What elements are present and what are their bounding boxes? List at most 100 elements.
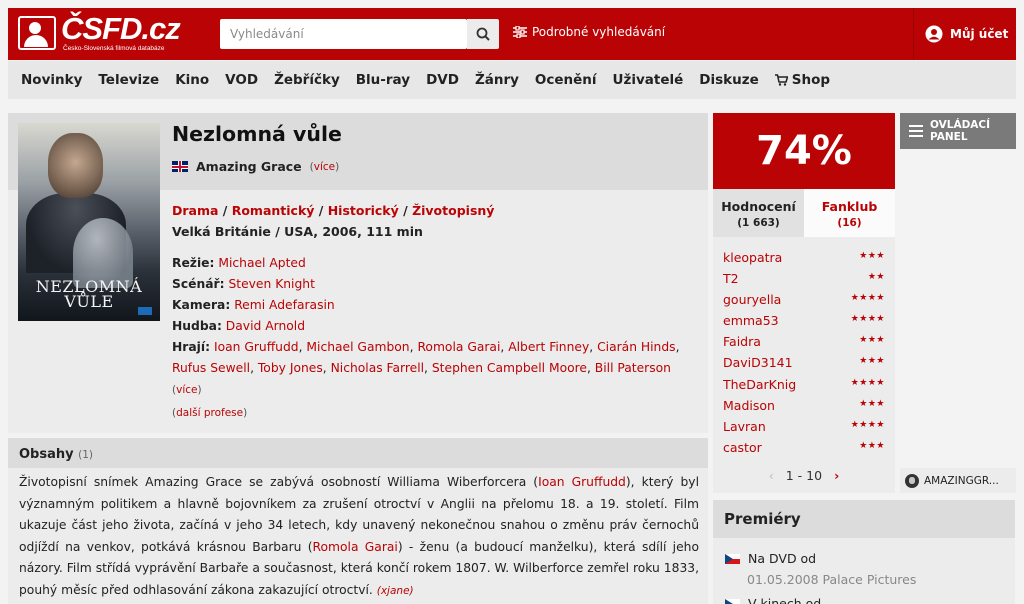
logo-text: ČSFD.cz [61, 11, 181, 46]
nav-item-kino[interactable]: Kino [175, 72, 209, 88]
user-link[interactable]: T2 [723, 271, 739, 286]
plot-header: Obsahy (1) [8, 438, 708, 468]
poster-title-line-2: VŮLE [64, 292, 114, 311]
advanced-search-link[interactable]: Podrobné vyhledávání [513, 25, 665, 39]
genre-link[interactable]: Drama [172, 203, 218, 218]
crew-link[interactable]: Michael Apted [218, 256, 305, 270]
tab-fanclub[interactable]: Fanklub (16) [804, 189, 895, 237]
star-rating-icon: ★★★ [859, 251, 885, 261]
user-link[interactable]: TheDarKnig [723, 377, 796, 392]
genres: Drama / Romantický / Historický / Životo… [172, 203, 495, 218]
crew-link[interactable]: Remi Adefarasin [234, 298, 335, 312]
crew-row-director: Režie: Michael Apted [172, 253, 697, 274]
nav-item-novinky[interactable]: Novinky [21, 72, 82, 88]
plot-text-part: Životopisní snímek Amazing Grace se zabý… [19, 475, 539, 489]
premiere-dvd-detail: 01.05.2008 Palace Pictures [747, 572, 917, 587]
original-title-more: (více) [309, 160, 340, 173]
crew-link[interactable]: Steven Knight [228, 277, 314, 291]
list-item: gouryella ★★★★ [713, 289, 895, 310]
actor-link[interactable]: Ciarán Hinds [597, 340, 676, 354]
user-link[interactable]: kleopatra [723, 250, 782, 265]
actor-link[interactable]: Albert Finney [508, 340, 589, 354]
external-link-label: AMAZINGGR... [924, 474, 999, 487]
actor-link[interactable]: Romola Garai [417, 340, 500, 354]
crew-row-camera: Kamera: Remi Adefarasin [172, 295, 697, 316]
actor-link[interactable]: Nicholas Farrell [331, 361, 424, 375]
nav-item-shop[interactable]: Shop [774, 72, 831, 88]
user-link[interactable]: Madison [723, 398, 775, 413]
search-button[interactable] [467, 19, 499, 49]
nav-item-zebricky[interactable]: Žebříčky [274, 72, 340, 88]
genre-link[interactable]: Životopisný [412, 203, 494, 218]
poster-title: NEZLOMNÁ VŮLE [24, 279, 154, 311]
cz-flag-icon [725, 598, 740, 604]
external-link[interactable]: AMAZINGGR... [900, 468, 1016, 493]
star-rating-icon: ★★ [867, 272, 885, 283]
search-box [220, 19, 467, 49]
crew-label: Hrají: [172, 340, 211, 354]
plot-text: Životopisní snímek Amazing Grace se zabý… [19, 472, 699, 602]
rating-pager: ‹ 1 - 10 › [713, 468, 895, 483]
nav-item-dvd[interactable]: DVD [426, 72, 459, 88]
more-professions-link[interactable]: další profese [176, 407, 243, 419]
original-title-row: Amazing Grace (více) [172, 159, 339, 174]
nav-item-bluray[interactable]: Blu-ray [356, 72, 410, 88]
shop-label: Shop [791, 72, 831, 88]
search-input[interactable] [220, 19, 464, 49]
plot-actor-link[interactable]: Ioan Gruffudd [538, 475, 626, 489]
premieres-header: Premiéry [713, 500, 1015, 538]
actor-link[interactable]: Toby Jones [258, 361, 323, 375]
plot-actor-link[interactable]: Romola Garai [313, 540, 398, 554]
nav-item-zanry[interactable]: Žánry [475, 72, 519, 88]
list-item: emma53 ★★★★ [713, 310, 895, 331]
search-icon [476, 27, 490, 41]
crew-link[interactable]: David Arnold [226, 319, 305, 333]
sliders-icon [513, 26, 527, 38]
uk-flag-icon [172, 161, 188, 172]
user-link[interactable]: Lavran [723, 419, 766, 434]
actor-link[interactable]: Michael Gambon [306, 340, 409, 354]
cz-flag-icon [725, 553, 740, 564]
user-link[interactable]: castor [723, 440, 762, 455]
chevron-left-icon[interactable]: ‹ [769, 468, 774, 483]
crew-label: Hudba: [172, 319, 222, 333]
star-rating-icon: ★★★ [859, 440, 885, 451]
premiere-dvd-label: Na DVD od [748, 551, 817, 566]
nav-item-diskuze[interactable]: Diskuze [699, 72, 758, 88]
nav-item-oceneni[interactable]: Ocenění [535, 72, 597, 88]
user-link[interactable]: gouryella [723, 292, 781, 307]
rating-tabs: Hodnocení (1 663) Fanklub (16) [713, 189, 895, 237]
actor-link[interactable]: Stephen Campbell Moore [432, 361, 587, 375]
star-rating-icon: ★★★★ [850, 314, 885, 325]
plot-author-link[interactable]: (xjane) [377, 585, 414, 597]
globe-icon [905, 473, 919, 488]
actor-link[interactable]: Bill Paterson [595, 361, 671, 375]
user-rating-list: kleopatra ★★★ T2 ★★ gouryella ★★★★ emma53 ★★… [713, 247, 895, 458]
nav-item-vod[interactable]: VOD [225, 72, 258, 88]
account-label: Můj účet [950, 27, 1009, 41]
user-link[interactable]: Faidra [723, 334, 761, 349]
actor-link[interactable]: Rufus Sewell [172, 361, 250, 375]
nav-item-uzivatele[interactable]: Uživatelé [613, 72, 684, 88]
film-poster[interactable]: NEZLOMNÁ VŮLE [18, 123, 160, 321]
user-link[interactable]: DaviD3141 [723, 355, 793, 370]
account-button[interactable]: Můj účet [925, 25, 1008, 43]
star-rating-icon: ★★★ [859, 398, 885, 409]
list-item: DaviD3141 ★★★ [713, 352, 895, 373]
chevron-right-icon[interactable]: › [834, 468, 839, 483]
star-rating-icon: ★★★★ [850, 293, 885, 304]
genre-link[interactable]: Romantický [232, 203, 315, 218]
tab-ratings[interactable]: Hodnocení (1 663) [713, 189, 804, 237]
control-panel-button[interactable]: OVLÁDACÍ PANEL [900, 113, 1016, 149]
plot-heading: Obsahy [19, 447, 74, 462]
control-panel-label-line: PANEL [930, 131, 968, 143]
poster-brand-logo [138, 307, 152, 315]
user-link[interactable]: emma53 [723, 313, 779, 328]
star-rating-icon: ★★★ [859, 335, 885, 346]
actor-link[interactable]: Ioan Gruffudd [214, 340, 299, 354]
nav-item-televize[interactable]: Televize [98, 72, 159, 88]
genre-link[interactable]: Historický [328, 203, 399, 218]
original-title-more-link[interactable]: více [314, 161, 335, 173]
cast-more-link[interactable]: více [176, 384, 197, 396]
csfd-logo[interactable]: ČSFD.cz Česko-Slovenská filmová databáze [18, 11, 188, 56]
